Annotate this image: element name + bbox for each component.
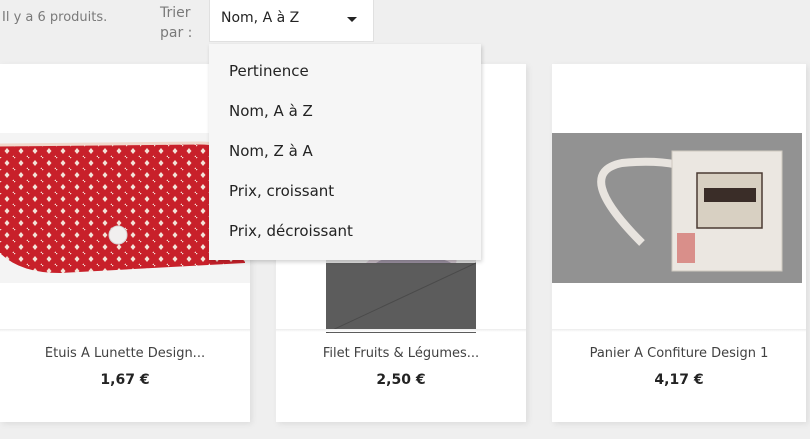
sort-dropdown-menu: Pertinence Nom, A à Z Nom, Z à A Prix, c… <box>209 44 481 260</box>
sort-option-pertinence[interactable]: Pertinence <box>229 62 309 80</box>
product-title[interactable]: Filet Fruits & Légumes... <box>276 346 526 361</box>
sort-option-name-asc[interactable]: Nom, A à Z <box>229 102 313 120</box>
sort-label: Trier par : <box>160 5 193 41</box>
card-divider <box>276 329 526 332</box>
product-count: Il y a 6 produits. <box>2 10 108 25</box>
caret-down-icon <box>347 17 357 22</box>
product-price: 2,50 € <box>376 372 426 388</box>
product-price: 4,17 € <box>654 372 704 388</box>
product-title[interactable]: Panier À Confiture Design 1 <box>552 346 806 361</box>
jam-basket-image <box>552 133 802 283</box>
sort-dropdown[interactable]: Nom, A à Z <box>209 0 374 42</box>
sort-option-name-desc[interactable]: Nom, Z à A <box>229 142 313 160</box>
product-title[interactable]: Étuis À Lunette Design... <box>0 346 250 361</box>
sort-selected-value: Nom, A à Z <box>221 10 300 26</box>
card-divider <box>0 329 250 332</box>
sort-option-price-desc[interactable]: Prix, décroissant <box>229 222 353 240</box>
product-price: 1,67 € <box>100 372 150 388</box>
sort-option-price-asc[interactable]: Prix, croissant <box>229 182 334 200</box>
product-card[interactable]: Panier À Confiture Design 1 4,17 € <box>552 64 806 422</box>
product-image[interactable] <box>552 133 802 283</box>
card-divider <box>552 329 806 332</box>
